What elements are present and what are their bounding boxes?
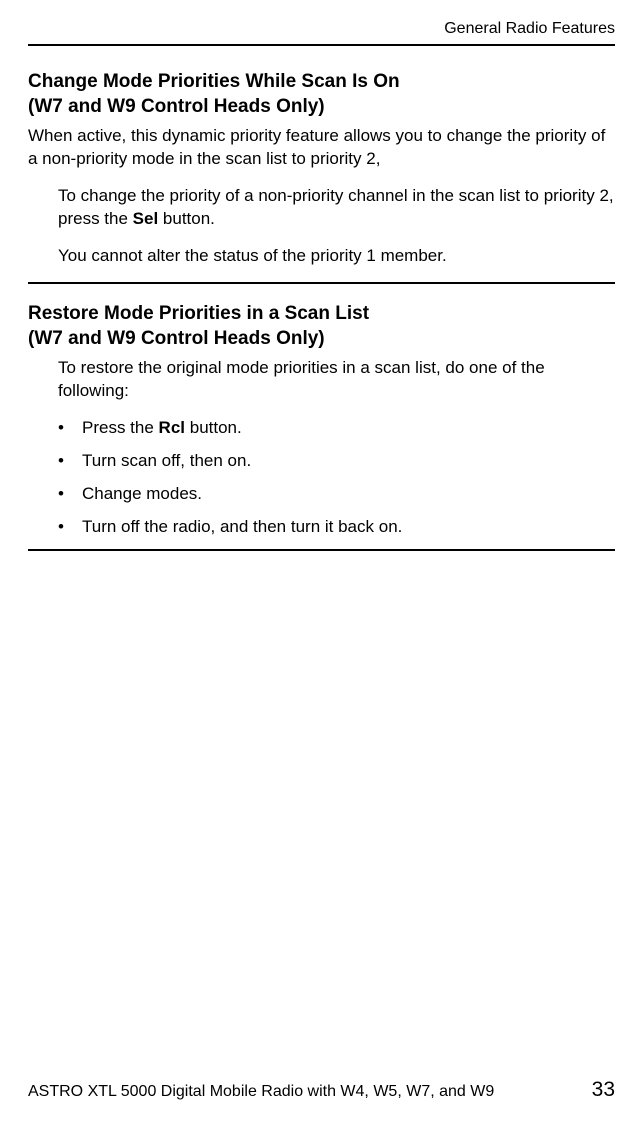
header-rule <box>28 44 615 46</box>
section2-bullets: Press the Rcl button. Turn scan off, the… <box>58 417 615 539</box>
bullet-pre: Press the <box>82 418 159 437</box>
section1-step-post: button. <box>158 209 215 228</box>
section1-intro: When active, this dynamic priority featu… <box>28 125 615 171</box>
section-restore-mode: Restore Mode Priorities in a Scan List (… <box>28 302 615 539</box>
section2-intro: To restore the original mode priorities … <box>58 357 615 403</box>
running-header: General Radio Features <box>28 20 615 38</box>
bullet-bold: Rcl <box>159 418 185 437</box>
section2-heading-line2: (W7 and W9 Control Heads Only) <box>28 328 325 349</box>
section1-step-bold: Sel <box>133 209 159 228</box>
list-item: Change modes. <box>58 483 615 506</box>
section1-heading: Change Mode Priorities While Scan Is On … <box>28 70 615 119</box>
section1-heading-line2: (W7 and W9 Control Heads Only) <box>28 96 325 117</box>
footer-text: ASTRO XTL 5000 Digital Mobile Radio with… <box>28 1083 494 1101</box>
section2-heading: Restore Mode Priorities in a Scan List (… <box>28 302 615 351</box>
section2-heading-line1: Restore Mode Priorities in a Scan List <box>28 303 369 324</box>
section1-heading-line1: Change Mode Priorities While Scan Is On <box>28 71 400 92</box>
bullet-post: button. <box>185 418 242 437</box>
section1-note: You cannot alter the status of the prior… <box>58 245 615 268</box>
page-number: 33 <box>592 1078 615 1102</box>
list-item: Turn scan off, then on. <box>58 450 615 473</box>
section1-step: To change the priority of a non-priority… <box>58 185 615 231</box>
section2-rule <box>28 549 615 551</box>
header-title: General Radio Features <box>444 20 615 37</box>
list-item: Turn off the radio, and then turn it bac… <box>58 516 615 539</box>
section-change-mode: Change Mode Priorities While Scan Is On … <box>28 70 615 268</box>
bullet-pre: Turn off the radio, and then turn it bac… <box>82 517 402 536</box>
bullet-pre: Change modes. <box>82 484 202 503</box>
section1-rule <box>28 282 615 284</box>
footer: ASTRO XTL 5000 Digital Mobile Radio with… <box>28 1078 615 1102</box>
list-item: Press the Rcl button. <box>58 417 615 440</box>
bullet-pre: Turn scan off, then on. <box>82 451 251 470</box>
